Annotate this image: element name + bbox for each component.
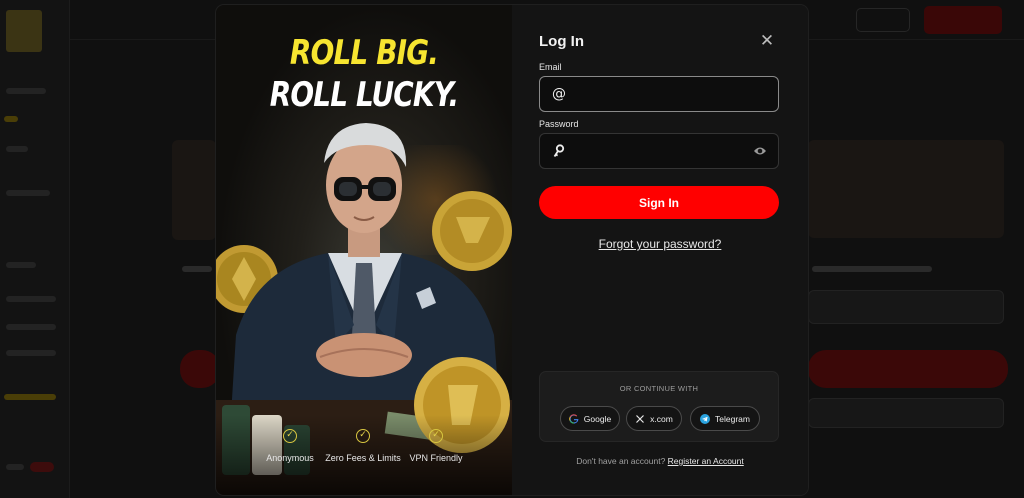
background-nav-line xyxy=(6,324,56,330)
register-prompt-text: Don't have an account? xyxy=(576,456,666,466)
background-nav-highlight xyxy=(4,116,18,122)
background-card xyxy=(172,140,216,240)
oauth-heading: OR CONTINUE WITH xyxy=(619,384,699,393)
x-icon xyxy=(636,414,645,423)
background-nav-line xyxy=(6,146,28,152)
at-icon: @ xyxy=(552,86,566,102)
register-prompt: Don't have an account? Register an Accou… xyxy=(512,456,808,466)
background-button xyxy=(808,398,1004,428)
close-icon[interactable]: ✕ xyxy=(758,32,776,50)
background-login-button xyxy=(856,8,910,32)
password-input[interactable] xyxy=(574,134,754,168)
login-modal: ROLL BIG. ROLL LUCKY. ✓ Anonymous ✓ Zero… xyxy=(216,5,808,495)
oauth-section: OR CONTINUE WITH Google x.com Telegram xyxy=(539,371,779,442)
background-sidebar xyxy=(0,0,70,498)
perk-label: VPN Friendly xyxy=(409,453,463,463)
telegram-label: Telegram xyxy=(715,413,750,424)
check-icon: ✓ xyxy=(283,429,297,443)
background-nav-line xyxy=(6,296,56,302)
background-logo xyxy=(6,10,42,52)
sign-in-button[interactable]: Sign In xyxy=(539,186,779,219)
eye-icon[interactable] xyxy=(753,145,767,157)
background-badge xyxy=(30,462,54,472)
email-field-wrapper: @ xyxy=(539,76,779,112)
check-icon: ✓ xyxy=(356,429,370,443)
register-link[interactable]: Register an Account xyxy=(668,456,744,466)
background-nav-line xyxy=(6,350,56,356)
password-label: Password xyxy=(539,119,579,129)
background-signup-button xyxy=(924,6,1002,34)
google-icon xyxy=(568,413,579,424)
google-label: Google xyxy=(583,413,612,424)
background-text xyxy=(812,266,932,272)
promo-hero: ROLL BIG. ROLL LUCKY. ✓ Anonymous ✓ Zero… xyxy=(216,5,512,495)
background-nav-line xyxy=(6,464,24,470)
background-nav-line xyxy=(6,88,46,94)
login-panel: Log In ✕ Email @ Password Sign In Forgot… xyxy=(512,5,808,495)
hero-headline-secondary: ROLL LUCKY. xyxy=(269,75,459,115)
background-text xyxy=(182,266,212,272)
x-login-button[interactable]: x.com xyxy=(626,406,682,431)
forgot-password-link[interactable]: Forgot your password? xyxy=(512,237,808,251)
check-icon: ✓ xyxy=(429,429,443,443)
modal-title: Log In xyxy=(539,33,584,50)
background-nav-highlight xyxy=(4,394,56,400)
x-label: x.com xyxy=(650,413,673,424)
telegram-login-button[interactable]: Telegram xyxy=(690,406,760,431)
background-button xyxy=(180,350,220,388)
google-login-button[interactable]: Google xyxy=(560,406,620,431)
hero-headline-primary: ROLL BIG. xyxy=(289,33,439,73)
email-input[interactable] xyxy=(574,77,754,111)
email-label: Email xyxy=(539,62,562,72)
background-field xyxy=(808,290,1004,324)
background-button xyxy=(808,350,1008,388)
perk-list: ✓ Anonymous ✓ Zero Fees & Limits ✓ VPN F… xyxy=(216,429,512,469)
key-icon xyxy=(553,144,565,157)
background-card xyxy=(808,140,1004,238)
background-nav-line xyxy=(6,190,50,196)
coin-icon xyxy=(432,191,512,271)
telegram-icon xyxy=(700,413,711,424)
password-field-wrapper xyxy=(539,133,779,169)
background-nav-line xyxy=(6,262,36,268)
perk-vpn-friendly: ✓ VPN Friendly xyxy=(381,429,491,463)
